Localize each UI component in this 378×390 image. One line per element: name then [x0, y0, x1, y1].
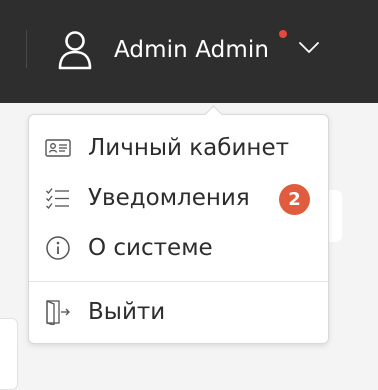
unread-notification-dot	[279, 30, 287, 38]
dropdown-caret	[204, 105, 223, 124]
user-icon	[58, 31, 92, 70]
header-divider	[26, 30, 27, 68]
menu-item-label: Выйти	[88, 299, 166, 325]
menu-divider	[29, 281, 328, 282]
menu-item-about[interactable]: О системе	[29, 223, 328, 273]
id-card-icon	[45, 139, 71, 157]
checklist-icon	[46, 188, 69, 209]
top-navigation-bar: Admin Admin	[0, 0, 378, 103]
notification-count-badge: 2	[279, 184, 310, 215]
menu-item-label: О системе	[88, 235, 213, 261]
user-dropdown-menu: Личный кабинет Уведомления 2 О системе В…	[28, 105, 329, 344]
user-name: Admin Admin	[114, 37, 270, 63]
info-circle-icon	[46, 236, 70, 260]
menu-item-logout[interactable]: Выйти	[29, 287, 328, 337]
menu-item-label: Личный кабинет	[88, 135, 289, 161]
menu-item-label: Уведомления	[88, 185, 250, 211]
chevron-down-icon[interactable]	[298, 41, 320, 55]
menu-item-profile[interactable]: Личный кабинет	[29, 123, 328, 173]
logout-door-icon	[46, 300, 70, 325]
background-panel	[0, 318, 18, 390]
user-menu-toggle[interactable]: Admin Admin	[58, 28, 328, 72]
menu-item-notifications[interactable]: Уведомления 2	[29, 173, 328, 223]
